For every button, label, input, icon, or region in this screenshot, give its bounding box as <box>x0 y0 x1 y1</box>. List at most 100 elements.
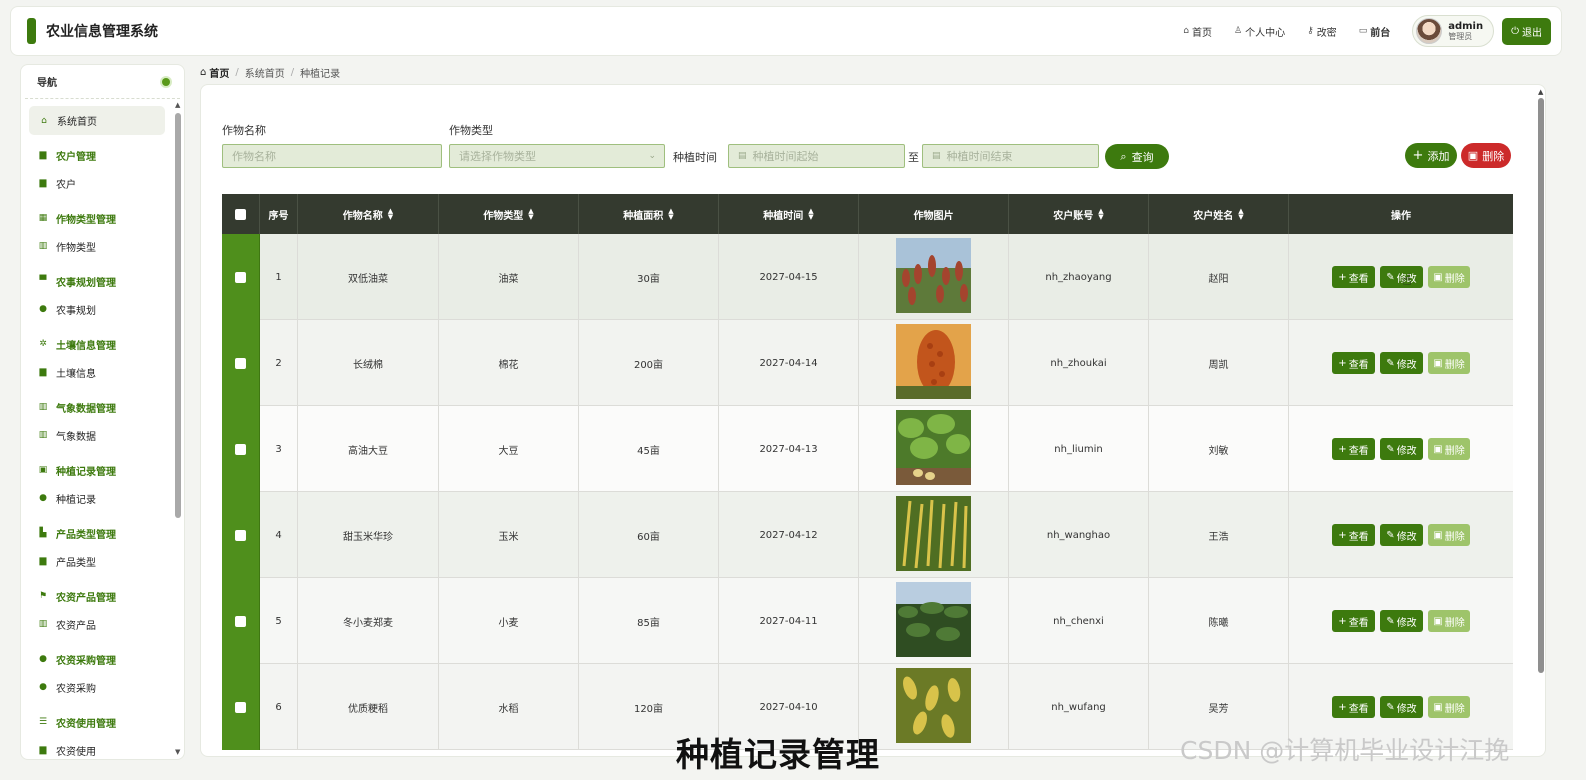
sidebar-item-supply-product[interactable]: ▥ 农资产品 <box>29 610 184 638</box>
view-button[interactable]: + 查看 <box>1332 438 1375 460</box>
plant-time-start-input[interactable]: ▤ 种植时间起始 <box>728 144 905 168</box>
sidebar-item-weather[interactable]: ▥ 气象数据 <box>29 421 184 449</box>
header-farmer[interactable]: 农户姓名 ▲ ▼ <box>1149 194 1289 234</box>
delete-button[interactable]: ▣ 删除 <box>1428 696 1470 718</box>
cell-type: 油菜 <box>439 234 579 320</box>
crop-photo[interactable] <box>896 324 971 402</box>
row-checkbox[interactable] <box>235 271 246 283</box>
sort-icon[interactable]: ▲ ▼ <box>1098 208 1103 221</box>
row-select-cell[interactable] <box>222 492 260 578</box>
sort-icon[interactable]: ▲ ▼ <box>668 208 673 221</box>
header-farmer-label: 农户姓名 <box>1193 210 1234 222</box>
sidebar-item-product-type[interactable]: ▆ 产品类型 <box>29 547 184 575</box>
logout-button[interactable]: ⏻ 退出 <box>1502 17 1551 45</box>
cell-photo <box>859 578 1009 664</box>
main-scrollbar[interactable]: ▲ <box>1536 88 1546 758</box>
view-button[interactable]: + 查看 <box>1332 524 1375 546</box>
edit-button[interactable]: ✎ 修改 <box>1380 352 1423 374</box>
nav-home-link[interactable]: ⌂ 首页 <box>1183 24 1212 39</box>
nav-profile-link[interactable]: ♙ 个人中心 <box>1234 24 1285 39</box>
crop-photo[interactable] <box>896 238 971 316</box>
sidebar-item-purchase[interactable]: ● 农资采购 <box>29 673 184 701</box>
nav-password-link[interactable]: ⚷ 改密 <box>1307 24 1337 39</box>
delete-button[interactable]: ▣ 删除 <box>1428 610 1470 632</box>
sidebar-group-crop-type[interactable]: ▦ 作物类型管理 <box>29 204 184 232</box>
scroll-up-icon[interactable]: ▲ <box>175 101 180 109</box>
edit-button[interactable]: ✎ 修改 <box>1380 610 1423 632</box>
scroll-down-icon[interactable]: ▼ <box>175 748 180 756</box>
header-account[interactable]: 农户账号 ▲ ▼ <box>1009 194 1149 234</box>
crop-photo[interactable] <box>896 410 971 488</box>
sidebar-group-supply-product[interactable]: ⚑ 农资产品管理 <box>29 582 184 610</box>
cell-name: 甜玉米华珍 <box>298 492 439 578</box>
scrollbar-thumb[interactable] <box>1538 98 1544 673</box>
sidebar-item-soil[interactable]: ▆ 土壤信息 <box>29 358 184 386</box>
header-area[interactable]: 种植面积 ▲ ▼ <box>579 194 719 234</box>
sort-icon[interactable]: ▲ ▼ <box>808 208 813 221</box>
sidebar-item-planning[interactable]: ● 农事规划 <box>29 295 184 323</box>
cell-area-text: 45亩 <box>637 445 660 457</box>
header-crop-name[interactable]: 作物名称 ▲ ▼ <box>298 194 439 234</box>
nav-frontend-link[interactable]: ▭ 前台 <box>1359 24 1391 39</box>
delete-button[interactable]: ▣ 删除 <box>1428 352 1470 374</box>
batch-delete-button[interactable]: ▣ 删除 <box>1461 143 1511 168</box>
row-checkbox[interactable] <box>235 357 246 369</box>
sidebar-group-weather[interactable]: ▥ 气象数据管理 <box>29 393 184 421</box>
sort-icon[interactable]: ▲ ▼ <box>528 208 533 221</box>
sidebar-group-planting[interactable]: ▣ 种植记录管理 <box>29 456 184 484</box>
sort-icon[interactable]: ▲ ▼ <box>1238 208 1243 221</box>
edit-button[interactable]: ✎ 修改 <box>1380 438 1423 460</box>
delete-button[interactable]: ▣ 删除 <box>1428 266 1470 288</box>
view-button[interactable]: + 查看 <box>1332 696 1375 718</box>
crop-photo[interactable] <box>896 496 971 574</box>
header-crop-type[interactable]: 作物类型 ▲ ▼ <box>439 194 579 234</box>
scroll-up-icon[interactable]: ▲ <box>1538 88 1543 96</box>
breadcrumb-home[interactable]: 首页 <box>209 65 229 80</box>
sort-icon[interactable]: ▲ ▼ <box>388 208 393 221</box>
sidebar-item-usage[interactable]: ▆ 农资使用 <box>29 736 184 759</box>
edit-button[interactable]: ✎ 修改 <box>1380 524 1423 546</box>
scrollbar-thumb[interactable] <box>175 113 181 518</box>
row-checkbox[interactable] <box>235 529 246 541</box>
row-checkbox[interactable] <box>235 443 246 455</box>
row-select-cell[interactable] <box>222 664 260 750</box>
user-menu[interactable]: admin 管理员 <box>1412 15 1495 47</box>
sidebar-group-farmer[interactable]: ▆ 农户管理 <box>29 141 184 169</box>
sidebar-group-planning[interactable]: ▀ 农事规划管理 <box>29 267 184 295</box>
crop-type-select[interactable]: 请选择作物类型 ⌄ <box>449 144 665 168</box>
crop-photo[interactable] <box>896 582 971 660</box>
sidebar-group-purchase[interactable]: ● 农资采购管理 <box>29 645 184 673</box>
crop-name-input[interactable]: 作物名称 <box>222 144 442 168</box>
crop-photo[interactable] <box>896 668 971 746</box>
select-all-checkbox[interactable] <box>235 208 246 220</box>
row-select-cell[interactable] <box>222 234 260 320</box>
header-time[interactable]: 种植时间 ▲ ▼ <box>719 194 859 234</box>
sidebar-group-soil[interactable]: ✲ 土壤信息管理 <box>29 330 184 358</box>
row-select-cell[interactable] <box>222 320 260 406</box>
sidebar-item-home[interactable]: ⌂ 系统首页 <box>29 106 165 135</box>
view-button[interactable]: + 查看 <box>1332 610 1375 632</box>
query-button[interactable]: ⌕ 查询 <box>1105 144 1169 169</box>
row-checkbox[interactable] <box>235 701 246 713</box>
sidebar-item-crop-type[interactable]: ▥ 作物类型 <box>29 232 184 260</box>
delete-button[interactable]: ▣ 删除 <box>1428 438 1470 460</box>
sidebar-item-farmer[interactable]: ▆ 农户 <box>29 169 184 197</box>
view-button[interactable]: + 查看 <box>1332 266 1375 288</box>
plant-time-end-input[interactable]: ▤ 种植时间结束 <box>922 144 1099 168</box>
row-select-cell[interactable] <box>222 578 260 664</box>
view-button[interactable]: + 查看 <box>1332 352 1375 374</box>
header-select-all[interactable] <box>222 194 260 234</box>
edit-button[interactable]: ✎ 修改 <box>1380 696 1423 718</box>
row-select-cell[interactable] <box>222 406 260 492</box>
delete-button[interactable]: ▣ 删除 <box>1428 524 1470 546</box>
plus-icon: + <box>1338 357 1347 369</box>
sidebar-scrollbar[interactable]: ▲ ▼ <box>175 101 181 756</box>
cell-account: nh_wufang <box>1009 664 1149 750</box>
row-checkbox[interactable] <box>235 615 246 627</box>
sidebar-group-product-type[interactable]: ▙ 产品类型管理 <box>29 519 184 547</box>
sidebar-item-planting[interactable]: ● 种植记录 <box>29 484 184 512</box>
add-label: 添加 <box>1427 149 1450 163</box>
breadcrumb-level1[interactable]: 系统首页 <box>245 65 285 80</box>
sidebar-group-usage[interactable]: ☰ 农资使用管理 <box>29 708 184 736</box>
add-button[interactable]: + 添加 <box>1405 143 1457 168</box>
